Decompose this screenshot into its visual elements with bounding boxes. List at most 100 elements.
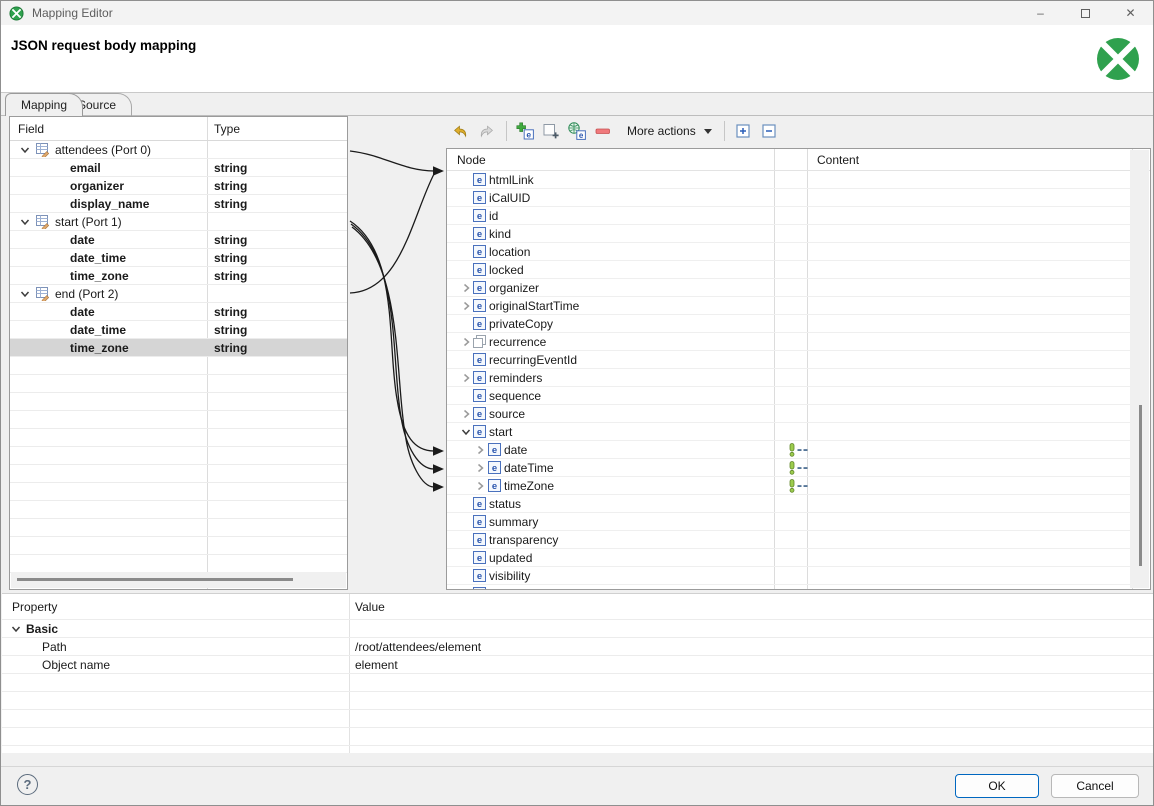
- field-row[interactable]: end (Port 2): [10, 285, 347, 303]
- property-row[interactable]: Object nameelement: [2, 656, 1154, 674]
- tree-row[interactable]: edate: [447, 441, 1132, 459]
- tree-row[interactable]: etransparency: [447, 531, 1132, 549]
- node-tree-table: Node Content ehtmlLinkeiCalUIDeidekindel…: [446, 148, 1151, 590]
- chevron-right-icon[interactable]: [474, 444, 486, 456]
- field-row[interactable]: display_namestring: [10, 195, 347, 213]
- node-label: locked: [489, 263, 524, 277]
- empty-row: [10, 393, 347, 411]
- property-value: element: [355, 658, 398, 672]
- cloverdx-logo: [1095, 36, 1141, 82]
- empty-row: [10, 501, 347, 519]
- node-label: dateTime: [504, 461, 554, 475]
- field-row[interactable]: datestring: [10, 303, 347, 321]
- tree-row[interactable]: eorganizer: [447, 279, 1132, 297]
- maximize-button[interactable]: [1063, 1, 1108, 25]
- tree-row[interactable]: ehtmlLink: [447, 171, 1132, 189]
- horizontal-scrollbar[interactable]: [11, 572, 346, 588]
- tree-row[interactable]: ekind: [447, 225, 1132, 243]
- field-type: string: [214, 197, 247, 211]
- arrow-start-timezone: [352, 227, 434, 487]
- chevron-right-icon[interactable]: [460, 282, 472, 294]
- tree-row[interactable]: eoriginalStartTime: [447, 297, 1132, 315]
- horizontal-scrollbar-thumb[interactable]: [17, 578, 293, 581]
- add-object-button[interactable]: [539, 119, 563, 143]
- empty-row: [10, 447, 347, 465]
- property-row[interactable]: Path/root/attendees/element: [2, 638, 1154, 656]
- expand-all-button[interactable]: [731, 119, 755, 143]
- tree-row[interactable]: erecurringEventId: [447, 351, 1132, 369]
- tree-row[interactable]: eiCalUID: [447, 189, 1132, 207]
- chevron-right-icon[interactable]: [460, 336, 472, 348]
- mapping-indicator-icon: [787, 461, 811, 475]
- element-icon: e: [488, 461, 501, 474]
- empty-row: [10, 555, 347, 573]
- ok-button[interactable]: OK: [955, 774, 1039, 798]
- record-icon: [35, 143, 50, 157]
- vertical-scrollbar[interactable]: [1130, 150, 1149, 588]
- property-row[interactable]: Basic: [2, 620, 1154, 638]
- tree-row[interactable]: elocation: [447, 243, 1132, 261]
- tree-row[interactable]: etimeZone: [447, 477, 1132, 495]
- chevron-down-icon: [704, 129, 712, 134]
- collapse-all-button[interactable]: [757, 119, 781, 143]
- chevron-right-icon[interactable]: [460, 372, 472, 384]
- cancel-button[interactable]: Cancel: [1051, 774, 1139, 798]
- remove-button[interactable]: [591, 119, 615, 143]
- tree-row[interactable]: e dateTime: [447, 459, 1132, 477]
- svg-text:e: e: [477, 283, 482, 294]
- field-row[interactable]: date_timestring: [10, 249, 347, 267]
- tree-row[interactable]: ereminders: [447, 369, 1132, 387]
- field-label: date: [70, 233, 95, 247]
- tree-row[interactable]: eid: [447, 207, 1132, 225]
- tree-row[interactable]: esummary: [447, 513, 1132, 531]
- tree-row[interactable]: eupdated: [447, 549, 1132, 567]
- field-row[interactable]: organizerstring: [10, 177, 347, 195]
- tree-row[interactable]: eworkingLocationProperties: [447, 585, 1132, 590]
- chevron-right-icon[interactable]: [460, 300, 472, 312]
- help-button[interactable]: ?: [17, 774, 38, 795]
- tab-mapping[interactable]: Mapping: [5, 93, 83, 116]
- field-row[interactable]: time_zonestring: [10, 267, 347, 285]
- vertical-scrollbar-thumb[interactable]: [1139, 405, 1142, 566]
- svg-text:e: e: [477, 571, 482, 582]
- close-button[interactable]: ✕: [1108, 1, 1153, 25]
- node-label: source: [489, 407, 525, 421]
- chevron-down-icon[interactable]: [19, 216, 31, 228]
- undo-button[interactable]: [448, 119, 472, 143]
- field-row[interactable]: attendees (Port 0): [10, 141, 347, 159]
- element-icon: e: [473, 263, 486, 276]
- empty-row: [10, 483, 347, 501]
- tree-row[interactable]: estatus: [447, 495, 1132, 513]
- chevron-down-icon[interactable]: [10, 623, 22, 635]
- chevron-down-icon[interactable]: [19, 288, 31, 300]
- add-element-button[interactable]: e: [513, 119, 537, 143]
- tree-row[interactable]: recurrence: [447, 333, 1132, 351]
- more-actions-button[interactable]: More actions: [617, 122, 718, 140]
- chevron-right-icon[interactable]: [474, 462, 486, 474]
- add-global-element-button[interactable]: e: [565, 119, 589, 143]
- tree-row[interactable]: estart: [447, 423, 1132, 441]
- tree-row[interactable]: eprivateCopy: [447, 315, 1132, 333]
- tree-row[interactable]: evisibility: [447, 567, 1132, 585]
- dialog-title: JSON request body mapping: [11, 38, 196, 53]
- undo-icon: [452, 123, 469, 140]
- tree-row[interactable]: esource: [447, 405, 1132, 423]
- svg-text:e: e: [477, 193, 482, 204]
- field-row[interactable]: start (Port 1): [10, 213, 347, 231]
- tree-row[interactable]: elocked: [447, 261, 1132, 279]
- redo-button[interactable]: [474, 119, 498, 143]
- field-row[interactable]: time_zonestring: [10, 339, 347, 357]
- field-row[interactable]: date_timestring: [10, 321, 347, 339]
- field-row[interactable]: datestring: [10, 231, 347, 249]
- node-label: originalStartTime: [489, 299, 579, 313]
- chevron-down-icon[interactable]: [19, 144, 31, 156]
- chevron-right-icon[interactable]: [474, 480, 486, 492]
- svg-text:e: e: [492, 463, 497, 474]
- minimize-button[interactable]: –: [1018, 1, 1063, 25]
- field-row[interactable]: emailstring: [10, 159, 347, 177]
- chevron-right-icon[interactable]: [460, 408, 472, 420]
- field-type: string: [214, 305, 247, 319]
- empty-row: [2, 710, 1154, 728]
- tree-row[interactable]: esequence: [447, 387, 1132, 405]
- chevron-down-icon[interactable]: [460, 426, 472, 438]
